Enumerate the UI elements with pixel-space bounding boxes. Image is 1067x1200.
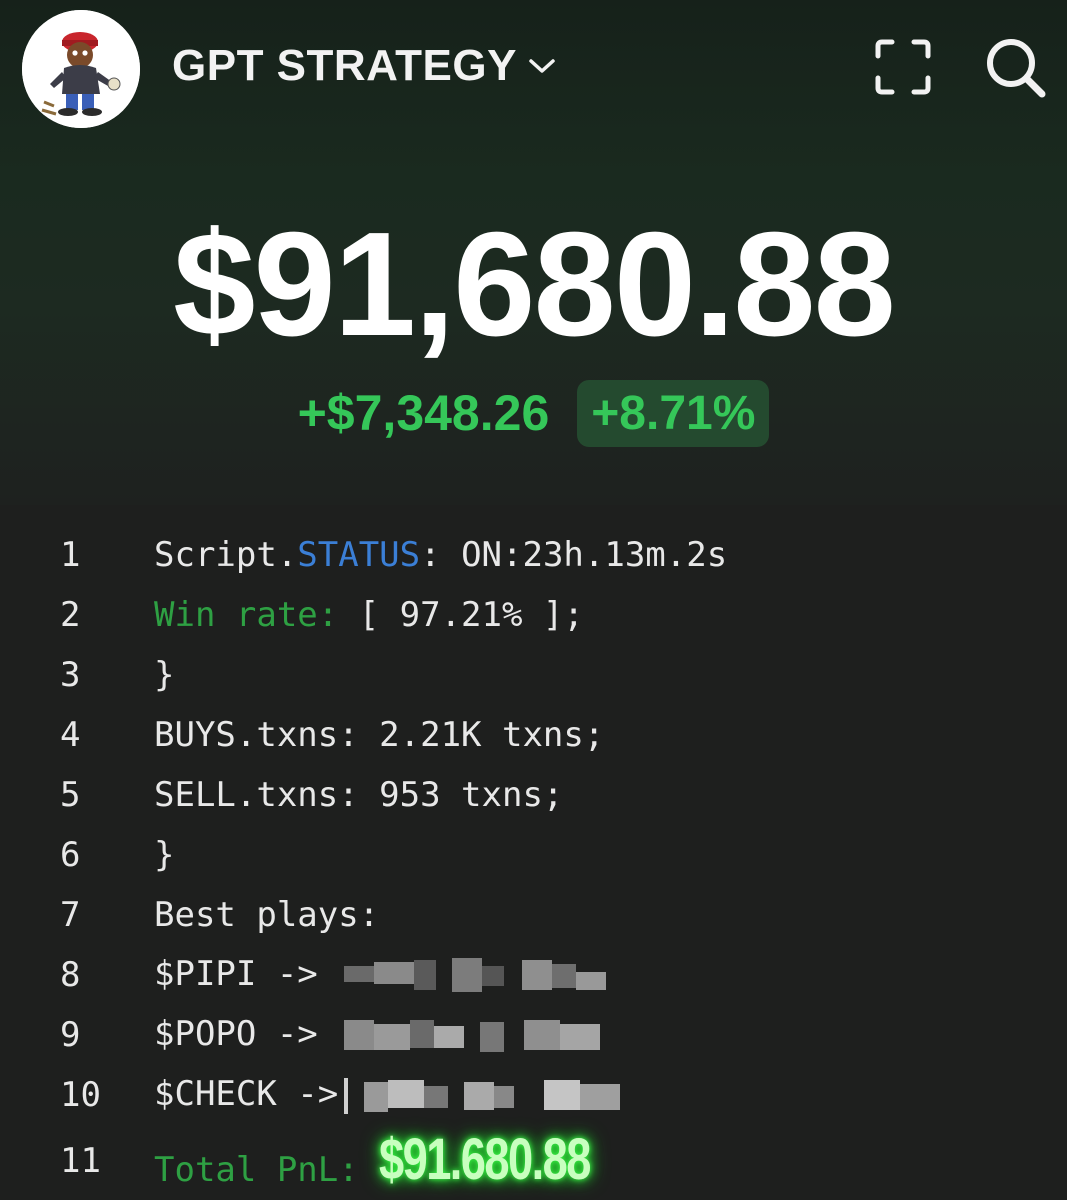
line-number: 1	[60, 535, 81, 575]
line-number: 5	[60, 775, 81, 815]
code-text: $POPO ->	[154, 1014, 614, 1056]
account-selector[interactable]: GPT STRATEGY	[172, 40, 557, 92]
balance-change-percent-badge: +8.71%	[577, 379, 770, 447]
code-token: Script.	[154, 535, 298, 575]
code-token: $PIPI ->	[154, 954, 339, 995]
code-token: $CHECK ->	[154, 1074, 339, 1115]
code-text: $CHECK ->	[154, 1074, 644, 1116]
code-text: SELL.txns: 953 txns;	[154, 775, 564, 815]
code-text: Total PnL: $91.680.88	[154, 1126, 649, 1195]
line-number: 10	[60, 1075, 101, 1115]
code-text: Best plays:	[154, 895, 380, 935]
cartoon-avatar-icon[interactable]	[22, 10, 140, 128]
chevron-down-icon	[527, 56, 557, 76]
search-icon[interactable]	[982, 34, 1050, 102]
total-pnl-value: $91.680.88	[379, 1126, 591, 1192]
portfolio-balance: $91,680.88	[173, 202, 896, 367]
line-number: 2	[60, 595, 81, 635]
account-name: GPT STRATEGY	[172, 41, 517, 90]
line-number: 6	[60, 835, 81, 875]
line-number: 9	[60, 1015, 81, 1055]
code-text: $PIPI ->	[154, 954, 614, 996]
code-text: BUYS.txns: 2.21K txns;	[154, 715, 605, 755]
code-keyword: Total PnL:	[154, 1149, 380, 1190]
code-text: }	[154, 655, 175, 695]
code-token: $POPO ->	[154, 1014, 339, 1055]
fullscreen-icon[interactable]	[872, 36, 934, 98]
code-text: }	[154, 835, 175, 875]
portfolio-header-panel: GPT STRATEGY $91,680.88 +$7,348.26 +8.71…	[0, 0, 1067, 505]
code-token: : ON:23h.13m.2s	[420, 535, 728, 575]
pixelated-redaction	[344, 1077, 621, 1114]
pixelated-redaction	[344, 957, 607, 992]
balance-change-row: +$7,348.26 +8.71%	[0, 378, 1067, 448]
code-keyword: STATUS	[297, 535, 421, 575]
pixelated-redaction	[344, 1019, 601, 1052]
code-text: Script.STATUS: ON:23h.13m.2s	[154, 535, 727, 575]
line-number: 4	[60, 715, 81, 755]
line-number: 8	[60, 955, 81, 995]
line-number: 7	[60, 895, 81, 935]
code-text: Win rate: [ 97.21% ];	[154, 595, 584, 635]
line-number: 3	[60, 655, 81, 695]
line-number: 11	[60, 1141, 101, 1181]
code-keyword: Win rate:	[154, 595, 339, 635]
code-token: [ 97.21% ];	[338, 595, 584, 635]
balance-change-amount: +$7,348.26	[297, 385, 550, 441]
